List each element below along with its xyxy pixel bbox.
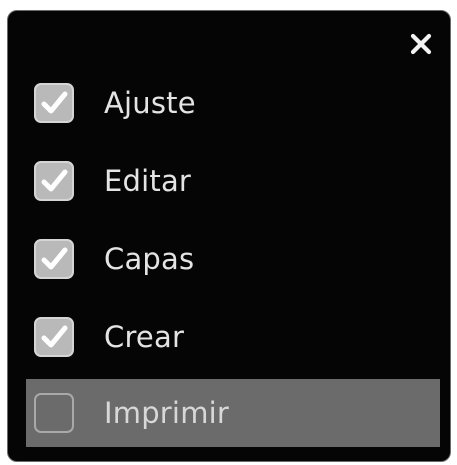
menu-item-capas[interactable]: Capas: [26, 225, 440, 293]
ajuste-checkbox[interactable]: [34, 83, 74, 123]
close-button[interactable]: [406, 29, 436, 59]
capas-checkbox[interactable]: [34, 239, 74, 279]
capas-label: Capas: [104, 242, 195, 276]
menu-item-imprimir[interactable]: Imprimir: [26, 379, 440, 447]
checkmark-icon: [41, 169, 68, 192]
ajuste-label: Ajuste: [104, 86, 196, 120]
menu-item-ajuste[interactable]: Ajuste: [26, 69, 440, 137]
checkmark-icon: [41, 91, 68, 114]
menu-item-editar[interactable]: Editar: [26, 147, 440, 215]
close-icon: [410, 33, 432, 55]
menu-item-crear[interactable]: Crear: [26, 303, 440, 371]
checkmark-icon: [41, 247, 68, 270]
crear-checkbox[interactable]: [34, 317, 74, 357]
layer-toggle-panel: Ajuste Editar Capas Crear Imprimir: [7, 10, 451, 462]
editar-label: Editar: [104, 164, 192, 198]
checkmark-icon: [41, 325, 68, 348]
imprimir-label: Imprimir: [104, 396, 230, 430]
imprimir-checkbox[interactable]: [34, 393, 74, 433]
editar-checkbox[interactable]: [34, 161, 74, 201]
crear-label: Crear: [104, 320, 185, 354]
